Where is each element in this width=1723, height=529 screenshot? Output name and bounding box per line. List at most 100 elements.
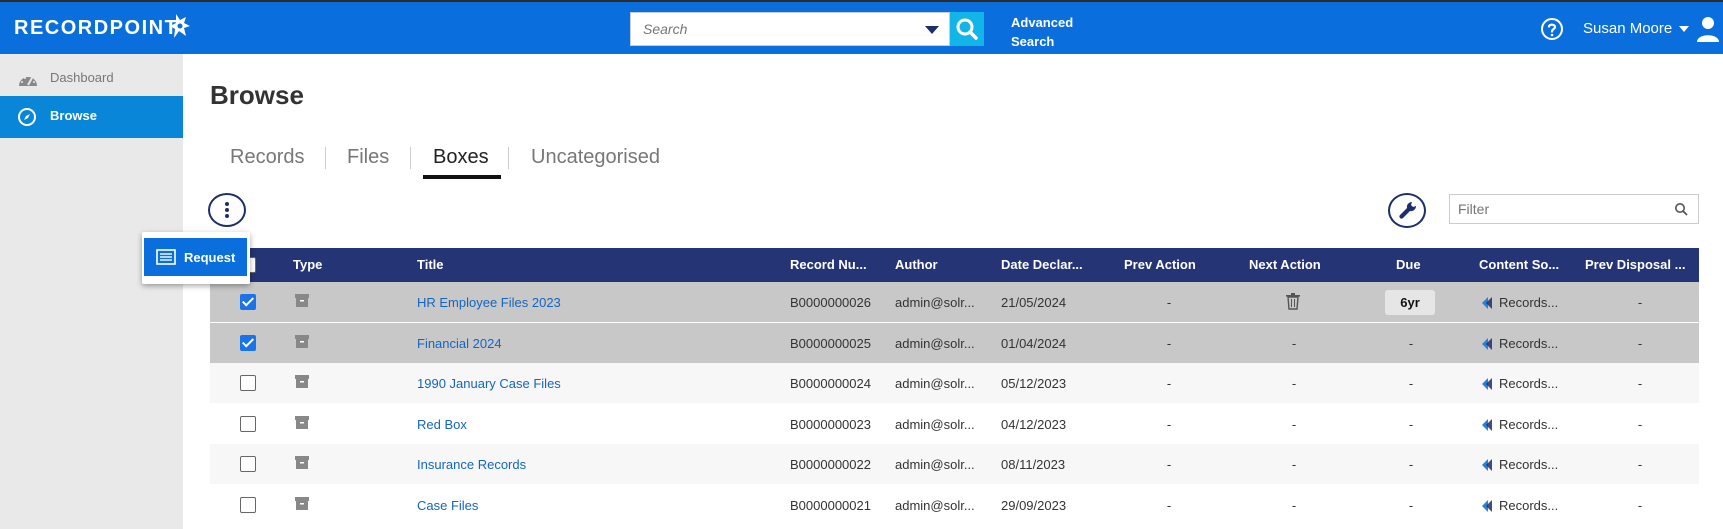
table-row[interactable]: Financial 2024 B0000000025 admin@solr... 01… [210, 322, 1699, 363]
row-checkbox[interactable] [240, 456, 256, 472]
tab-boxes[interactable]: Boxes [433, 146, 489, 169]
row-due: - [1408, 416, 1414, 432]
search-icon[interactable] [1674, 202, 1688, 216]
search-box [630, 12, 950, 46]
column-header-due[interactable]: Due [1396, 257, 1421, 272]
column-header-type[interactable]: Type [293, 257, 322, 272]
content-source-icon [1482, 499, 1492, 512]
row-checkbox[interactable] [240, 334, 256, 351]
tab-records[interactable]: Records [230, 146, 304, 169]
row-next-action: - [1291, 497, 1297, 513]
row-prev-action: - [1166, 335, 1172, 351]
trash-icon[interactable] [1286, 293, 1300, 310]
help-icon[interactable] [1540, 17, 1564, 41]
row-author: admin@solr... [895, 497, 975, 513]
chevron-down-icon[interactable] [1679, 26, 1689, 32]
row-checkbox[interactable] [240, 415, 256, 432]
row-next-action: - [1291, 416, 1297, 432]
tab-files[interactable]: Files [347, 146, 389, 169]
row-date-declared: 01/04/2024 [1001, 335, 1067, 351]
row-record-number: B0000000025 [790, 335, 871, 351]
row-prev-action: - [1166, 416, 1172, 432]
column-header-prev-action[interactable]: Prev Action [1124, 257, 1196, 272]
sidebar-item-browse[interactable]: Browse [0, 96, 183, 138]
column-header-prev-disposal[interactable]: Prev Disposal ... [1585, 257, 1695, 272]
search-scope-dropdown[interactable] [925, 26, 939, 34]
table-row[interactable]: 1990 January Case Files B0000000024 admin@… [210, 363, 1699, 403]
sidebar-item-dashboard[interactable]: Dashboard [0, 58, 183, 100]
active-tab-indicator [423, 175, 501, 179]
row-next-action: - [1291, 335, 1297, 351]
user-icon[interactable] [1696, 15, 1720, 43]
row-prev-disposal: - [1637, 376, 1643, 391]
row-content-source: Records... [1499, 376, 1559, 391]
column-header-next-action[interactable]: Next Action [1249, 257, 1321, 272]
row-prev-action: - [1166, 295, 1172, 310]
row-due: - [1408, 497, 1414, 513]
column-header-content-source[interactable]: Content So... [1479, 257, 1569, 272]
table-row[interactable]: Insurance Records B0000000022 admin@solr..… [210, 444, 1699, 484]
more-actions-button[interactable] [208, 193, 246, 227]
content-source-icon [1482, 459, 1492, 471]
column-header-record-number[interactable]: Record Nu... [790, 257, 880, 272]
table-row[interactable]: HR Employee Files 2023 B0000000026 admin@s… [210, 282, 1699, 322]
user-menu[interactable]: Susan Moore [1583, 20, 1672, 37]
tab-divider [325, 147, 326, 169]
row-author: admin@solr... [895, 335, 975, 351]
due-badge: 6yr [1385, 290, 1435, 315]
list-icon [156, 249, 176, 265]
column-header-title[interactable]: Title [417, 257, 444, 272]
row-due: - [1408, 335, 1414, 351]
sidebar: Dashboard Browse [0, 54, 183, 529]
brand-logo[interactable]: RECORDPOINT [14, 17, 178, 40]
row-title-link[interactable]: HR Employee Files 2023 [417, 295, 777, 310]
row-title-link[interactable]: 1990 January Case Files [417, 376, 777, 391]
filter-input[interactable] [1450, 195, 1676, 223]
row-checkbox[interactable] [240, 294, 256, 310]
row-record-number: B0000000022 [790, 457, 871, 472]
kebab-dot [225, 208, 229, 212]
row-due: - [1408, 376, 1414, 391]
row-title-link[interactable]: Insurance Records [417, 457, 777, 472]
search-button[interactable] [950, 12, 984, 46]
row-title-link[interactable]: Case Files [417, 498, 777, 513]
row-checkbox[interactable] [240, 375, 256, 391]
row-title-link[interactable]: Red Box [417, 417, 777, 432]
advanced-search-link[interactable]: Advanced Search [1011, 13, 1073, 51]
row-prev-action: - [1166, 497, 1172, 513]
request-button[interactable]: Request [144, 238, 247, 276]
row-prev-disposal: - [1637, 335, 1643, 351]
content-source-icon [1482, 378, 1492, 390]
row-date-declared: 08/11/2023 [1001, 457, 1066, 472]
top-bar: RECORDPOINT Advanced Search Susan Moore [0, 0, 1723, 54]
content-source-icon [1482, 297, 1492, 309]
table-row[interactable]: Case Files B0000000021 admin@solr... 29/09/… [210, 484, 1699, 525]
row-due: - [1408, 457, 1414, 472]
search-input[interactable] [631, 13, 911, 45]
column-header-author[interactable]: Author [895, 257, 938, 272]
row-prev-action: - [1166, 376, 1172, 391]
row-checkbox[interactable] [240, 496, 256, 513]
row-prev-disposal: - [1637, 295, 1643, 310]
row-date-declared: 21/05/2024 [1001, 295, 1067, 310]
tab-divider [508, 147, 509, 169]
row-author: admin@solr... [895, 457, 975, 472]
recordpoint-mascot-icon [170, 14, 190, 38]
row-content-source: Records... [1499, 295, 1559, 310]
row-prev-disposal: - [1637, 497, 1643, 513]
tab-uncategorised[interactable]: Uncategorised [531, 146, 660, 169]
box-icon [295, 415, 309, 429]
sidebar-item-label: Browse [50, 108, 97, 123]
row-date-declared: 04/12/2023 [1001, 416, 1067, 432]
column-header-date-declared[interactable]: Date Declar... [1001, 257, 1091, 272]
row-next-action: - [1291, 457, 1297, 472]
table-row[interactable]: Red Box B0000000023 admin@solr... 04/12/202… [210, 403, 1699, 444]
wrench-icon [1399, 201, 1417, 219]
row-title-link[interactable]: Financial 2024 [417, 336, 777, 351]
row-prev-disposal: - [1637, 457, 1643, 472]
row-record-number: B0000000021 [790, 497, 871, 513]
row-date-declared: 29/09/2023 [1001, 497, 1067, 513]
column-settings-button[interactable] [1388, 193, 1426, 228]
table-header: Type Title Record Nu... Author Date Decl… [210, 248, 1699, 282]
box-icon [295, 375, 309, 388]
